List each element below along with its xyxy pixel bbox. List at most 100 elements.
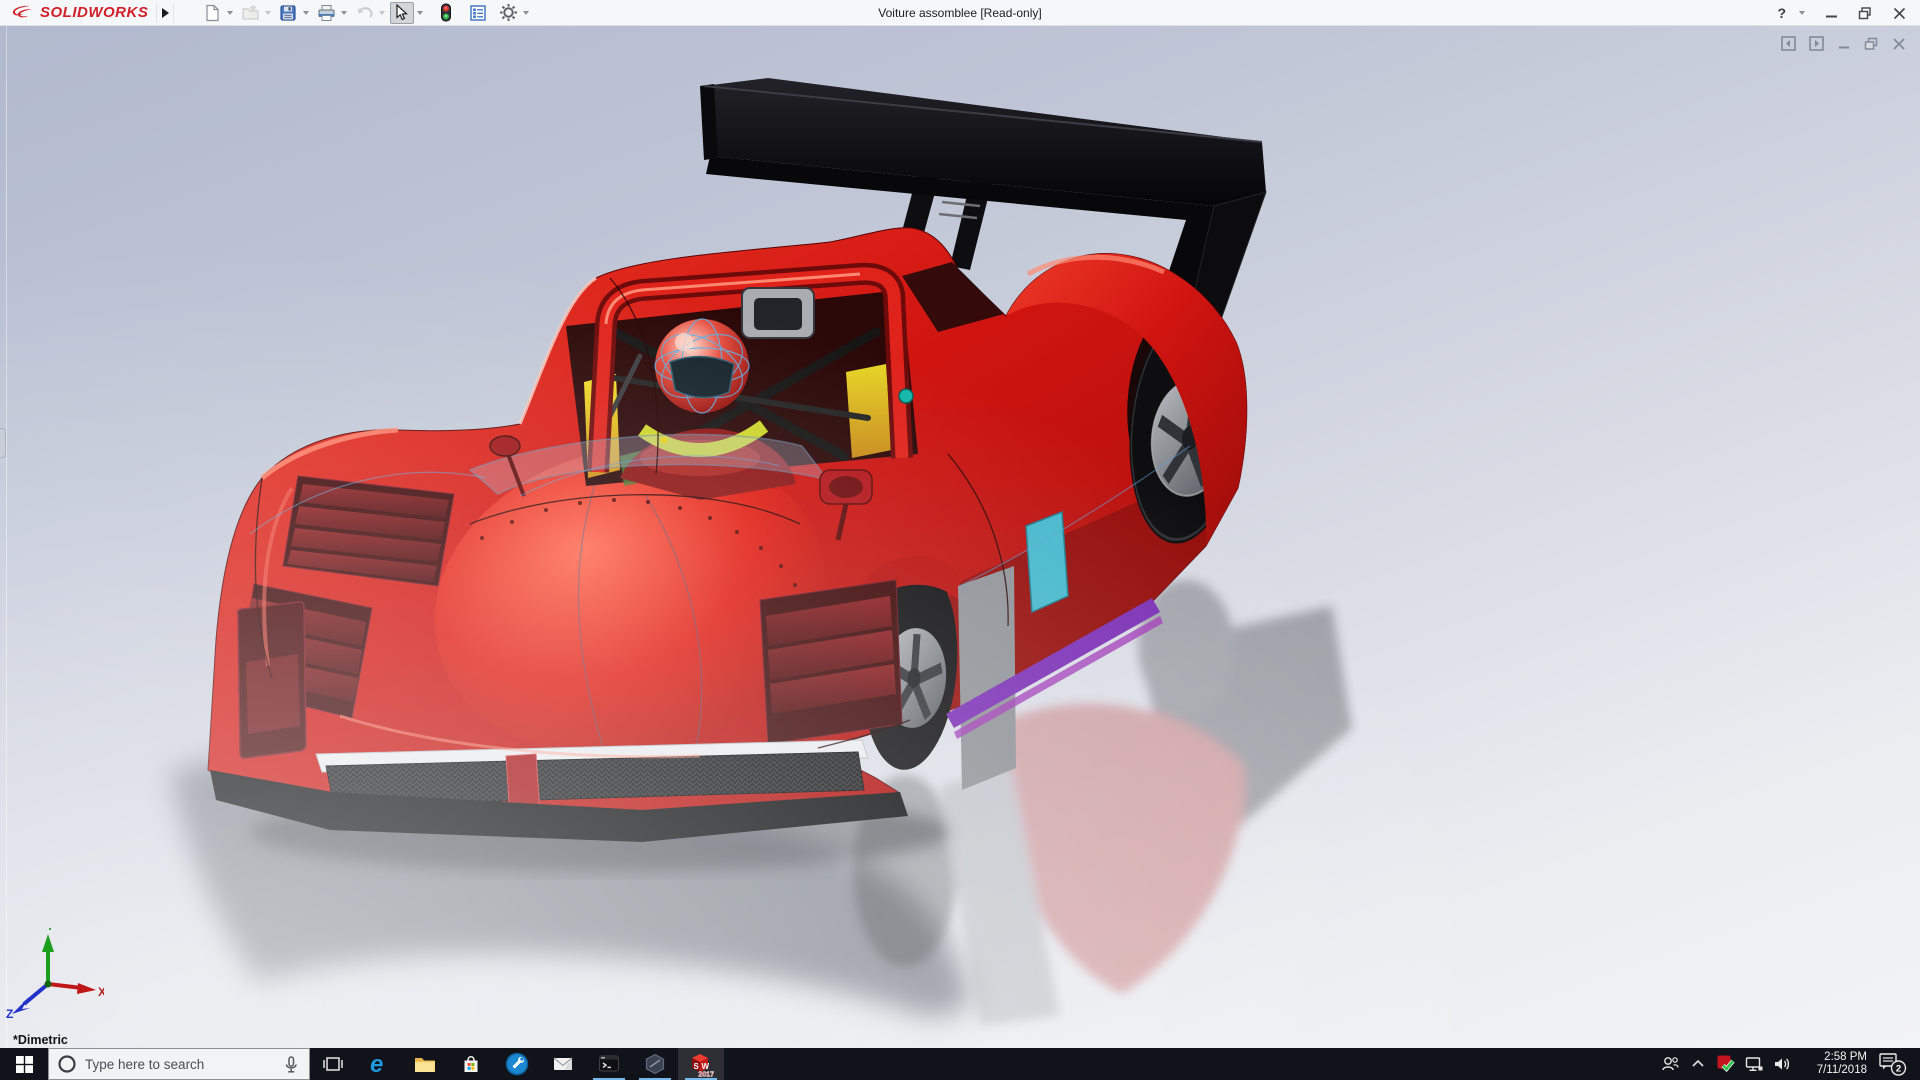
side-window-opening[interactable]: [1025, 510, 1069, 614]
teal-accent: [898, 388, 914, 404]
select-tool-button[interactable]: [390, 1, 415, 24]
select-dropdown-arrow-icon[interactable]: [414, 2, 426, 24]
rebuild-traffic-light-icon: [441, 3, 452, 22]
command-prompt-icon: [599, 1055, 619, 1072]
search-circle-icon: [58, 1055, 76, 1073]
doc-close-button[interactable]: [1892, 37, 1906, 51]
taskbar-solidworks-button[interactable]: S W 2017: [678, 1048, 724, 1080]
restore-icon: [1864, 37, 1878, 50]
people-button[interactable]: [1657, 1048, 1683, 1080]
file-properties-icon: [470, 4, 487, 21]
undo-dropdown-arrow-icon[interactable]: [376, 2, 388, 24]
previous-view-icon: [1781, 36, 1796, 51]
view-orientation-label: *Dimetric: [13, 1033, 68, 1047]
hidden-icons-button[interactable]: [1685, 1048, 1711, 1080]
volume-button[interactable]: [1769, 1048, 1795, 1080]
brake-duct-panel[interactable]: [236, 601, 307, 759]
store-bag-icon: [464, 1055, 478, 1072]
taskbar-file-explorer-button[interactable]: [402, 1048, 448, 1080]
taskbar-clock[interactable]: 2:58 PM 7/11/2018: [1797, 1051, 1871, 1077]
document-window-controls: [1781, 36, 1906, 51]
new-document-icon: [206, 4, 219, 21]
taskbar-tools-button[interactable]: [494, 1048, 540, 1080]
feature-panel-splitter: [6, 26, 7, 1048]
graphics-viewport[interactable]: Y X Z *Dimetric: [0, 26, 1920, 1048]
svg-text:e: e: [370, 1051, 383, 1077]
app-title-bar: SOLIDWORKS Voiture assomblee [Read-only]…: [0, 0, 1920, 26]
help-dropdown-arrow-icon[interactable]: [1796, 2, 1808, 24]
open-button[interactable]: [238, 2, 262, 24]
svg-text:W: W: [702, 1062, 710, 1071]
undo-arrow-icon: [357, 6, 373, 18]
windows-taskbar: e: [0, 1048, 1920, 1080]
app-logo-text: SOLIDWORKS: [40, 4, 149, 21]
undo-button[interactable]: [352, 2, 376, 24]
notification-count: 2: [1896, 1064, 1901, 1075]
open-dropdown-arrow-icon[interactable]: [262, 2, 274, 24]
close-icon: [1893, 37, 1905, 50]
action-center-icon: 2: [1879, 1053, 1907, 1076]
main-toolbar: [200, 0, 534, 25]
solidworks-monitor-tray-button[interactable]: [1713, 1048, 1739, 1080]
taskbar-cmd-button[interactable]: [586, 1048, 632, 1080]
right-fender-louvers[interactable]: [759, 579, 903, 745]
menu-flyout-arrow-icon[interactable]: [156, 2, 175, 23]
svg-text:S: S: [694, 1062, 700, 1071]
next-view-button[interactable]: [1809, 36, 1824, 51]
doc-restore-button[interactable]: [1864, 37, 1879, 51]
network-icon: [1745, 1057, 1763, 1071]
open-folder-icon: [242, 4, 259, 20]
taskbar-mail-button[interactable]: [540, 1048, 586, 1080]
new-dropdown-arrow-icon[interactable]: [224, 2, 236, 24]
action-center-button[interactable]: 2: [1873, 1048, 1911, 1080]
print-dropdown-arrow-icon[interactable]: [338, 2, 350, 24]
intake-camera-box[interactable]: [741, 287, 815, 339]
restore-icon: [1858, 6, 1871, 19]
close-button[interactable]: [1886, 2, 1912, 24]
mail-envelope-icon: [553, 1057, 573, 1070]
previous-view-button[interactable]: [1781, 36, 1796, 51]
next-view-icon: [1809, 36, 1824, 51]
z-axis-arrow: [12, 997, 30, 1014]
taskbar-store-button[interactable]: [448, 1048, 494, 1080]
minimize-button[interactable]: [1818, 2, 1844, 24]
help-button[interactable]: ?: [1775, 5, 1788, 21]
new-document-button[interactable]: [200, 2, 224, 24]
close-icon: [1893, 7, 1905, 19]
rebuild-button[interactable]: [434, 2, 458, 24]
hidden-icons-chevron-icon: [1692, 1059, 1704, 1067]
print-button[interactable]: [314, 2, 338, 24]
left-fender-louvers[interactable]: [282, 475, 455, 587]
options-dropdown-arrow-icon[interactable]: [520, 2, 532, 24]
doc-minimize-button[interactable]: [1837, 37, 1851, 51]
file-explorer-icon: [415, 1058, 435, 1072]
3d-model-canvas[interactable]: [0, 26, 1920, 1048]
taskbar-edge-button[interactable]: e: [356, 1048, 402, 1080]
helmet-visor: [669, 355, 735, 399]
minimize-icon: [1839, 46, 1849, 48]
ds-swoosh-icon: [12, 5, 32, 17]
taskbar-hexagon-app-button[interactable]: [632, 1048, 678, 1080]
search-input[interactable]: [85, 1056, 273, 1072]
options-button[interactable]: [496, 2, 520, 24]
x-axis-label: X: [98, 985, 104, 999]
y-axis-label: Y: [46, 928, 54, 933]
z-axis-label: Z: [6, 1007, 13, 1020]
restore-button[interactable]: [1852, 2, 1878, 24]
microphone-icon[interactable]: [281, 1054, 301, 1075]
blue-wrench-circle-icon: [505, 1052, 529, 1076]
print-icon: [318, 4, 335, 21]
save-dropdown-arrow-icon[interactable]: [300, 2, 312, 24]
task-view-button[interactable]: [310, 1048, 356, 1080]
panel-splitter-handle[interactable]: [0, 428, 6, 458]
solidworks-window: SOLIDWORKS Voiture assomblee [Read-only]…: [0, 0, 1920, 1080]
edge-browser-icon: e: [370, 1051, 383, 1077]
save-button[interactable]: [276, 2, 300, 24]
solidworks-cube-icon: S W 2017: [692, 1054, 714, 1078]
file-properties-button[interactable]: [466, 2, 490, 24]
start-button[interactable]: [0, 1048, 48, 1080]
network-button[interactable]: [1741, 1048, 1767, 1080]
clock-date: 7/11/2018: [1816, 1064, 1867, 1076]
hexagon-app-icon: [645, 1053, 665, 1075]
taskbar-search-box[interactable]: [48, 1048, 310, 1080]
